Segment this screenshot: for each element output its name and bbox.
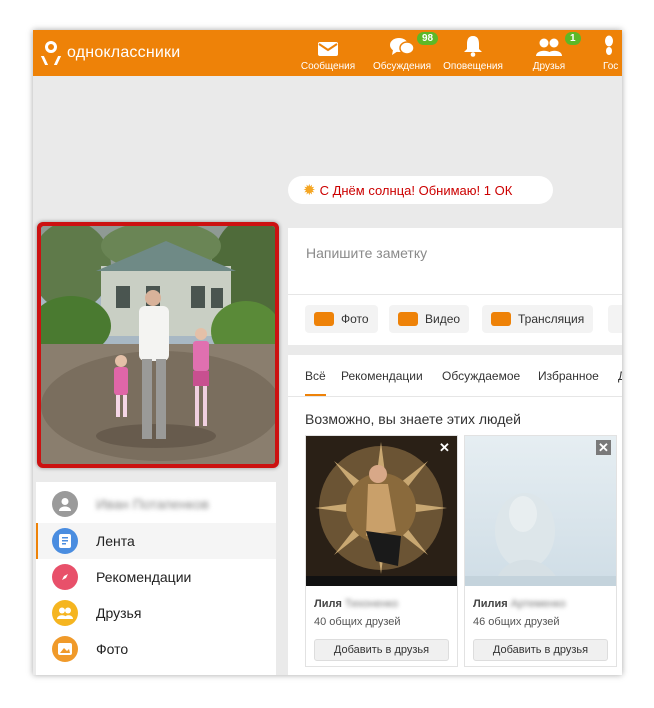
sidebar-item-label: Фото xyxy=(96,641,129,657)
sidebar-item-feed[interactable]: Лента xyxy=(36,523,276,559)
friends-count-badge: 1 xyxy=(565,32,581,45)
chat-bubbles-icon xyxy=(390,38,415,55)
envelope-icon xyxy=(318,42,338,56)
add-friend-button[interactable]: Добавить в друзья xyxy=(473,639,608,661)
tab-favorites[interactable]: Избранное xyxy=(538,369,599,383)
family-photo xyxy=(41,226,275,464)
profile-name: Иван Потапенков xyxy=(96,496,209,512)
broadcast-button[interactable]: Трансляция xyxy=(482,305,594,333)
logo[interactable]: одноклассники xyxy=(40,40,181,66)
tab-more[interactable]: Д xyxy=(618,369,622,383)
friend-suggestion-card[interactable]: ✕ Лилия Артеменко 46 общих друзей Добавит… xyxy=(464,435,617,667)
close-icon[interactable]: ✕ xyxy=(596,440,611,455)
nav-guests-label: Гос xyxy=(603,61,619,72)
nav-guests[interactable]: Гос xyxy=(603,30,622,76)
sidebar-item-label: Друзья xyxy=(96,605,142,621)
close-icon[interactable]: ✕ xyxy=(437,440,452,455)
feed-icon xyxy=(52,528,78,554)
sidebar-item-recommendations[interactable]: Рекомендации xyxy=(36,559,276,595)
profile-photo[interactable] xyxy=(37,222,279,468)
photo-button-label: Фото xyxy=(341,312,369,326)
compass-icon xyxy=(52,564,78,590)
tab-all[interactable]: Всё xyxy=(305,369,326,396)
tab-recommendations[interactable]: Рекомендации xyxy=(341,369,423,383)
sun-icon: ✹ xyxy=(303,182,316,199)
mutual-friends-count: 40 общих друзей xyxy=(314,616,401,628)
nav-messages[interactable]: Сообщения xyxy=(295,30,361,76)
suggestion-photo[interactable]: ✕ xyxy=(465,436,616,586)
holiday-text: С Днём солнца! Обнимаю! 1 ОК xyxy=(319,182,513,198)
photo-icon xyxy=(52,636,78,662)
left-sidebar: Иван Потапенков Лента Рекомендации Друзь… xyxy=(36,482,276,675)
people-you-may-know-title: Возможно, вы знаете этих людей xyxy=(305,411,521,427)
friend-suggestion-card[interactable]: ✕ Лиля Тихоненко 40 общих друзей Добавить… xyxy=(305,435,458,667)
suggestion-name: Лилия Артеменко xyxy=(473,598,566,610)
camera-icon xyxy=(314,312,334,326)
nav-discussions[interactable]: Обсуждения 98 xyxy=(367,30,439,76)
nav-friends[interactable]: Друзья 1 xyxy=(521,30,581,76)
more-composer-button[interactable] xyxy=(608,305,622,333)
bell-icon xyxy=(464,36,482,57)
main-feed: Напишите заметку Фото Видео Трансляция В… xyxy=(288,228,622,675)
video-button[interactable]: Видео xyxy=(389,305,470,333)
discussions-count-badge: 98 xyxy=(417,32,439,45)
suggestion-photo[interactable]: ✕ xyxy=(306,436,457,586)
holiday-banner[interactable]: ✹ С Днём солнца! Обнимаю! 1 ОК xyxy=(288,176,553,204)
feed-tabs: Всё Рекомендации Обсуждаемое Избранное Д xyxy=(288,355,622,397)
user-avatar-icon xyxy=(52,491,78,517)
photo-button[interactable]: Фото xyxy=(305,305,378,333)
people-icon xyxy=(536,38,562,56)
brand-name: одноклассники xyxy=(67,44,181,61)
sidebar-profile-name[interactable]: Иван Потапенков xyxy=(36,486,276,522)
top-bar: одноклассники Сообщения Обсуждения 98 Оп… xyxy=(33,30,622,76)
people-icon xyxy=(52,600,78,626)
nav-messages-label: Сообщения xyxy=(300,61,356,72)
broadcast-icon xyxy=(491,312,511,326)
sidebar-item-friends[interactable]: Друзья xyxy=(36,595,276,631)
video-camera-icon xyxy=(398,312,418,326)
sidebar-item-label: Лента xyxy=(96,533,135,549)
sidebar-item-photo[interactable]: Фото xyxy=(36,631,276,667)
divider xyxy=(288,294,622,295)
video-button-label: Видео xyxy=(425,312,461,326)
section-gap xyxy=(288,345,622,355)
nav-notifications[interactable]: Оповещения xyxy=(440,30,506,76)
note-input[interactable]: Напишите заметку xyxy=(306,245,427,261)
add-friend-button[interactable]: Добавить в друзья xyxy=(314,639,449,661)
footprints-icon xyxy=(605,35,613,55)
nav-discussions-label: Обсуждения xyxy=(372,61,432,72)
nav-friends-label: Друзья xyxy=(532,61,566,72)
sidebar-item-label: Рекомендации xyxy=(96,569,192,585)
tab-discussed[interactable]: Обсуждаемое xyxy=(442,369,520,383)
ok-logo-icon xyxy=(40,40,62,66)
broadcast-button-label: Трансляция xyxy=(518,312,585,326)
app-window: одноклассники Сообщения Обсуждения 98 Оп… xyxy=(33,30,622,675)
nav-notifications-label: Оповещения xyxy=(443,61,503,72)
suggestion-name: Лиля Тихоненко xyxy=(314,598,399,610)
mutual-friends-count: 46 общих друзей xyxy=(473,616,560,628)
